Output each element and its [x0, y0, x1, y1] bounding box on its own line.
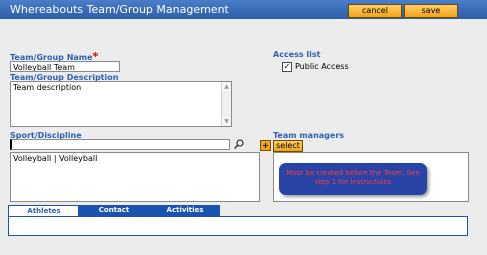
description-textarea[interactable]: Team description ▲ ▼: [10, 81, 232, 127]
select-managers-button[interactable]: select: [273, 140, 303, 152]
title-bar: Whereabouts Team/Group Management cancel…: [0, 0, 487, 19]
tab-activities[interactable]: Activities: [150, 205, 220, 216]
tooltip-line-2: step 1 for instructions: [314, 178, 392, 186]
sport-list-item[interactable]: Volleyball | Volleyball: [13, 154, 257, 163]
tooltip-line-1: Must be created before the Team. See: [286, 169, 420, 177]
public-access-label: Public Access: [295, 62, 349, 71]
tab-panel: [8, 216, 468, 236]
team-managers-label: Team managers: [273, 131, 345, 140]
public-access-checkbox[interactable]: ✓: [282, 62, 292, 72]
sport-search-input[interactable]: [10, 139, 230, 150]
magnifier-icon[interactable]: [233, 139, 245, 150]
scroll-up-arrow-icon[interactable]: ▲: [222, 82, 231, 91]
tab-contact[interactable]: Contact: [78, 205, 150, 216]
scroll-down-arrow-icon[interactable]: ▼: [222, 117, 231, 126]
save-button[interactable]: save: [404, 4, 458, 18]
description-scrollbar[interactable]: ▲ ▼: [221, 82, 231, 126]
access-list-label: Access list: [273, 50, 321, 59]
window-title: Whereabouts Team/Group Management: [10, 3, 229, 16]
description-text: Team description: [13, 83, 82, 92]
sport-add-button[interactable]: +: [260, 140, 271, 151]
managers-tooltip: Must be created before the Team. See ste…: [279, 163, 427, 195]
team-name-input[interactable]: Volleyball Team: [10, 61, 120, 72]
sport-selected-list[interactable]: Volleyball | Volleyball: [10, 152, 260, 202]
cancel-button[interactable]: cancel: [348, 4, 402, 18]
check-icon: ✓: [283, 62, 291, 71]
